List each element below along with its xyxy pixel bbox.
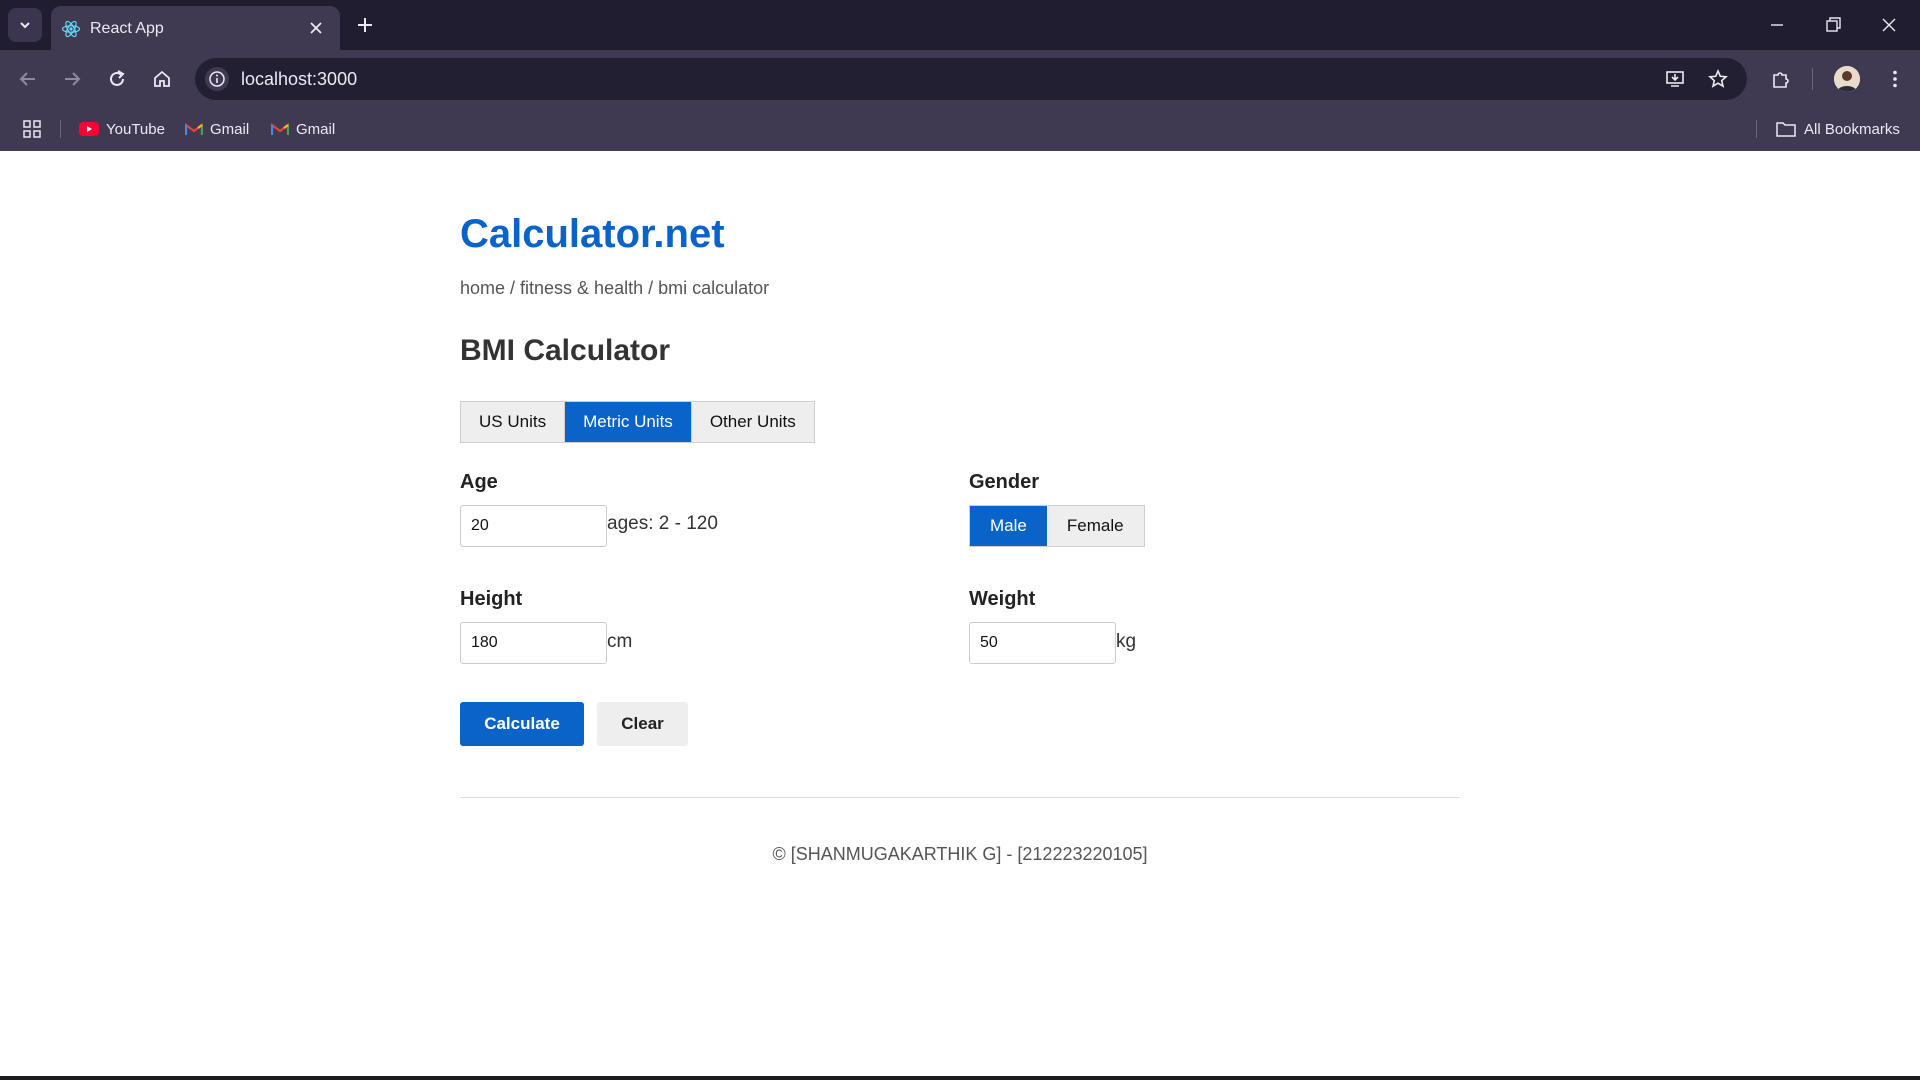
unit-tabs: US Units Metric Units Other Units (460, 401, 815, 443)
age-label: Age (460, 471, 498, 493)
site-info-icon[interactable] (205, 67, 229, 91)
browser-tab[interactable]: React App (51, 6, 340, 50)
bookmark-gmail-2[interactable]: Gmail (271, 116, 335, 142)
url-text[interactable]: localhost:3000 (241, 69, 357, 90)
bookmark-youtube[interactable]: YouTube (79, 116, 165, 142)
new-tab-icon[interactable] (354, 14, 376, 36)
bookmarks-separator (1756, 120, 1757, 138)
tab-title: React App (90, 20, 164, 37)
tab-us-units[interactable]: US Units (461, 402, 566, 442)
weight-input[interactable] (969, 622, 1116, 664)
close-tab-icon[interactable] (307, 19, 325, 37)
bookmark-star-icon[interactable] (1707, 68, 1729, 90)
clear-button[interactable]: Clear (597, 702, 688, 746)
calculate-button[interactable]: Calculate (460, 702, 584, 746)
profile-avatar[interactable] (1834, 66, 1860, 92)
height-unit: cm (607, 631, 633, 652)
tab-metric-units[interactable]: Metric Units (565, 402, 692, 442)
forward-icon[interactable] (61, 68, 83, 90)
close-window-icon[interactable] (1878, 14, 1900, 36)
youtube-icon (79, 122, 99, 136)
react-icon (61, 20, 81, 38)
browser-tab-bar: React App (0, 0, 1920, 50)
chevron-down-icon (20, 22, 30, 29)
height-input[interactable] (460, 622, 607, 664)
age-input[interactable] (460, 505, 607, 547)
address-bar[interactable]: localhost:3000 (195, 58, 1747, 100)
gmail-icon (271, 122, 289, 135)
install-app-icon[interactable] (1664, 68, 1686, 90)
bookmark-gmail[interactable]: Gmail (185, 116, 249, 142)
apps-grid-icon[interactable] (22, 119, 42, 139)
bookmarks-bar: YouTube Gmail Gmail All Bookmarks (0, 108, 1920, 151)
bookmarks-separator (60, 120, 61, 138)
gender-male-button[interactable]: Male (970, 506, 1047, 546)
restore-icon[interactable] (1822, 14, 1844, 36)
page-title: BMI Calculator (460, 334, 671, 367)
age-range-hint: ages: 2 - 120 (607, 513, 718, 534)
footer-text: © [SHANMUGAKARTHIK G] - [212223220105] (772, 844, 1148, 864)
back-icon[interactable] (17, 68, 39, 90)
folder-icon (1776, 122, 1796, 137)
breadcrumb: home / fitness & health / bmi calculator (460, 278, 770, 298)
gender-label: Gender (969, 471, 1040, 493)
toolbar-separator (1812, 68, 1813, 90)
tab-other-units[interactable]: Other Units (691, 402, 814, 442)
page-content: Calculator.net home / fitness & health /… (0, 151, 1920, 1076)
tab-search-button[interactable] (8, 8, 42, 42)
gmail-icon (185, 122, 203, 135)
all-bookmarks-label: All Bookmarks (1804, 120, 1900, 138)
gender-toggle: Male Female (969, 505, 1145, 547)
weight-label: Weight (969, 588, 1036, 610)
more-menu-icon[interactable] (1884, 68, 1906, 90)
taskbar-edge (0, 1076, 1920, 1080)
extensions-icon[interactable] (1770, 68, 1792, 90)
reload-icon[interactable] (106, 68, 128, 90)
minimize-icon[interactable] (1766, 14, 1788, 36)
weight-unit: kg (1116, 631, 1137, 652)
all-bookmarks-button[interactable]: All Bookmarks (1776, 116, 1900, 142)
height-label: Height (460, 588, 523, 610)
bookmark-label: Gmail (296, 120, 336, 138)
site-logo-title[interactable]: Calculator.net (460, 212, 725, 257)
browser-toolbar: localhost:3000 (0, 50, 1920, 108)
gender-female-button[interactable]: Female (1046, 506, 1144, 546)
footer-divider (460, 797, 1460, 798)
home-icon[interactable] (151, 68, 173, 90)
bookmark-label: YouTube (106, 120, 165, 138)
bookmark-label: Gmail (210, 120, 250, 138)
